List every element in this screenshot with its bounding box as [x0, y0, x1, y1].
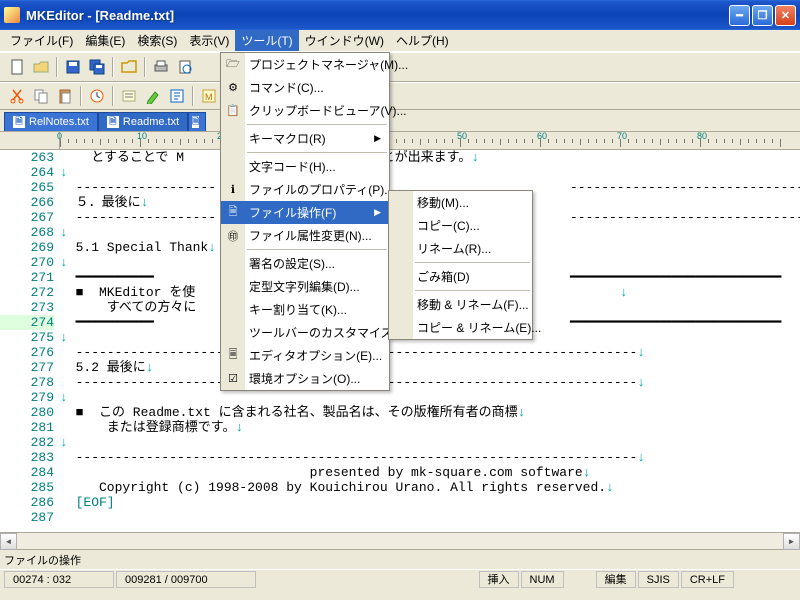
menu-search[interactable]: 検索(S) — [131, 30, 183, 51]
statusbar-main: 00274 : 032 009281 / 009700 挿入 NUM 編集 SJ… — [0, 569, 800, 589]
status-encoding: SJIS — [638, 571, 679, 588]
menu-file-operations[interactable]: 🗎ファイル操作(F)▶ — [221, 201, 389, 224]
scroll-left-button[interactable]: ◄ — [0, 533, 17, 550]
macro-button[interactable]: M — [198, 85, 220, 107]
menu-signature-settings[interactable]: 署名の設定(S)... — [221, 252, 389, 275]
app-icon — [4, 7, 20, 23]
check-icon: ☑ — [225, 371, 241, 387]
document-icon: 🗎 — [107, 116, 119, 128]
status-position: 00274 : 032 — [4, 571, 114, 588]
close-button[interactable]: ✕ — [775, 5, 796, 26]
window-title: MKEditor - [Readme.txt] — [24, 8, 729, 23]
document-icon: 🗎 — [192, 116, 199, 128]
menu-command[interactable]: ⚙コマンド(C)... — [221, 76, 389, 99]
menu-env-options[interactable]: ☑環境オプション(O)... — [221, 367, 389, 390]
menu-view[interactable]: 表示(V) — [183, 30, 235, 51]
copy-button[interactable] — [30, 85, 52, 107]
menu-file[interactable]: ファイル(F) — [4, 30, 79, 51]
menu-fixed-strings[interactable]: 定型文字列編集(D)... — [221, 275, 389, 298]
print-button[interactable] — [150, 56, 172, 78]
tab-extra[interactable]: 🗎 — [188, 112, 206, 131]
h-scrollbar[interactable]: ◄ ► — [0, 532, 800, 549]
status-numlock: NUM — [521, 571, 564, 588]
submenu-copy[interactable]: コピー(C)... — [389, 214, 532, 237]
menu-window[interactable]: ウインドウ(W) — [299, 30, 390, 51]
save-button[interactable] — [62, 56, 84, 78]
open-file-button[interactable] — [30, 56, 52, 78]
menu-editor-options[interactable]: 🗏エディタオプション(E)... — [221, 344, 389, 367]
info-icon: ℹ — [225, 182, 241, 198]
status-insert: 挿入 — [479, 571, 519, 588]
status-mode: 編集 — [596, 571, 636, 588]
document-icon: 🗎 — [13, 116, 25, 128]
clipboard-icon: 📋 — [225, 103, 241, 119]
statusbar-hint: ファイルの操作 — [0, 549, 800, 569]
print-preview-button[interactable] — [174, 56, 196, 78]
submenu-move-rename[interactable]: 移動 & リネーム(F)... — [389, 293, 532, 316]
submenu-rename[interactable]: リネーム(R)... — [389, 237, 532, 260]
minimize-button[interactable]: ━ — [729, 5, 750, 26]
menu-charcode[interactable]: 文字コード(H)... — [221, 155, 389, 178]
find-button[interactable] — [118, 85, 140, 107]
highlight-button[interactable] — [142, 85, 164, 107]
status-filepos: 009281 / 009700 — [116, 571, 256, 588]
tools-dropdown: 🗁プロジェクトマネージャ(M)... ⚙コマンド(C)... 📋クリップボードビ… — [220, 52, 390, 391]
menubar: ファイル(F) 編集(E) 検索(S) 表示(V) ツール(T) ウインドウ(W… — [0, 30, 800, 52]
status-hint-text: ファイルの操作 — [4, 552, 81, 568]
file-op-submenu: 移動(M)... コピー(C)... リネーム(R)... ごみ箱(D) 移動 … — [388, 190, 533, 340]
bookmark-button[interactable] — [166, 85, 188, 107]
status-eol: CR+LF — [681, 571, 734, 588]
tab-readme[interactable]: 🗎Readme.txt — [98, 112, 188, 131]
menu-help[interactable]: ヘルプ(H) — [390, 30, 455, 51]
submenu-copy-rename[interactable]: コピー & リネーム(E)... — [389, 316, 532, 339]
menu-keymacro[interactable]: キーマクロ(R)▶ — [221, 127, 389, 150]
tab-relnotes[interactable]: 🗎RelNotes.txt — [4, 112, 98, 131]
menu-file-properties[interactable]: ℹファイルのプロパティ(P)... — [221, 178, 389, 201]
menu-file-attributes[interactable]: ㊞ファイル属性変更(N)... — [221, 224, 389, 247]
gear-icon: ⚙ — [225, 80, 241, 96]
line-gutter: 2632642652662672682692702712722732742752… — [0, 150, 60, 525]
open-folder-button[interactable] — [118, 56, 140, 78]
menu-toolbar-customize[interactable]: ツールバーのカスタマイズ(T)... — [221, 321, 389, 344]
scroll-track[interactable] — [17, 533, 783, 549]
save-all-button[interactable] — [86, 56, 108, 78]
menu-tools[interactable]: ツール(T) — [235, 30, 298, 51]
submenu-move[interactable]: 移動(M)... — [389, 191, 532, 214]
svg-text:M: M — [205, 92, 213, 102]
document-icon: 🗎 — [225, 205, 241, 221]
maximize-button[interactable]: ❐ — [752, 5, 773, 26]
seal-icon: ㊞ — [225, 228, 241, 244]
timestamp-button[interactable] — [86, 85, 108, 107]
menu-edit[interactable]: 編集(E) — [79, 30, 131, 51]
cut-button[interactable] — [6, 85, 28, 107]
titlebar: MKEditor - [Readme.txt] ━ ❐ ✕ — [0, 0, 800, 30]
paste-button[interactable] — [54, 85, 76, 107]
folder-icon: 🗁 — [225, 57, 241, 73]
new-file-button[interactable] — [6, 56, 28, 78]
menu-clipboard-viewer[interactable]: 📋クリップボードビューア(V)... — [221, 99, 389, 122]
scroll-right-button[interactable]: ► — [783, 533, 800, 550]
menu-key-assign[interactable]: キー割り当て(K)... — [221, 298, 389, 321]
menu-project-manager[interactable]: 🗁プロジェクトマネージャ(M)... — [221, 53, 389, 76]
page-icon: 🗏 — [225, 348, 241, 364]
submenu-trash[interactable]: ごみ箱(D) — [389, 265, 532, 288]
ruler: 01020304050607080 — [0, 132, 800, 150]
